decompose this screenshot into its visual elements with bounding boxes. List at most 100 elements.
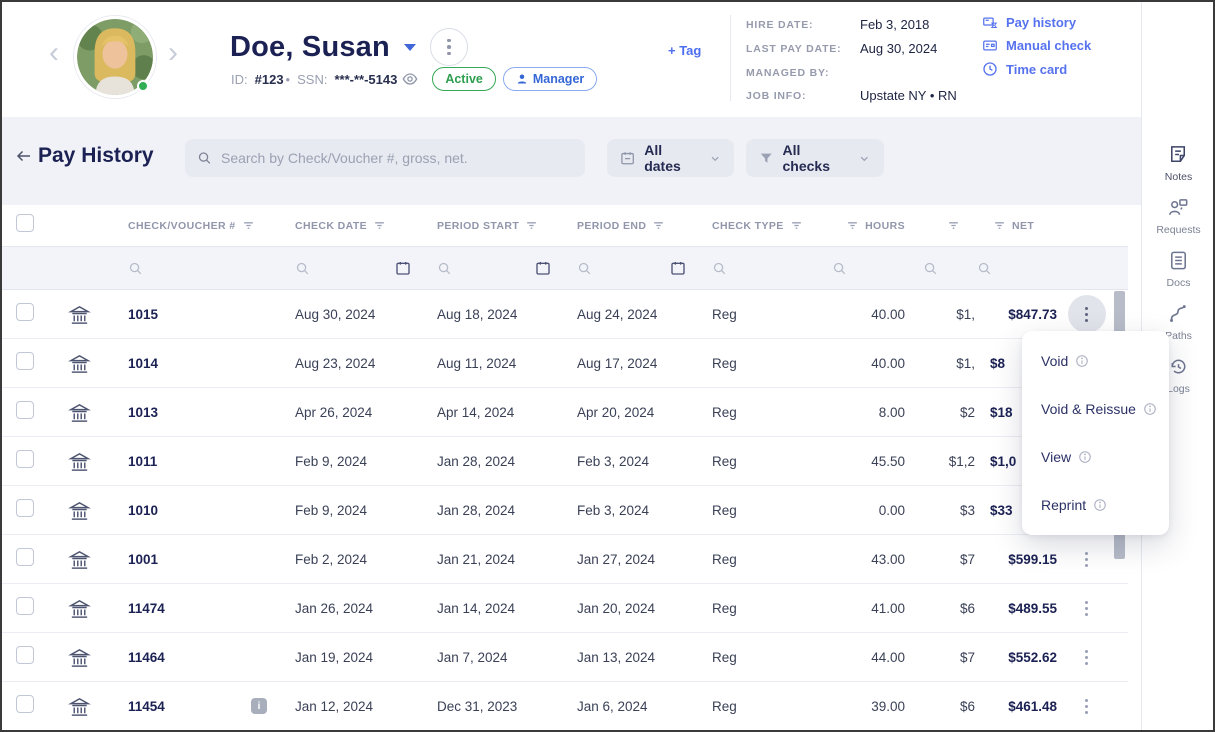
- row-checkbox[interactable]: [16, 597, 34, 615]
- info-circle-icon: [1093, 498, 1107, 512]
- hours-cell: 40.00: [832, 307, 907, 322]
- gross-cell: $1,: [907, 356, 977, 371]
- check-filter-button[interactable]: All checks: [746, 139, 884, 177]
- check-number[interactable]: 1013: [128, 405, 158, 420]
- check-number[interactable]: 11474: [128, 601, 165, 616]
- rail-item-notes[interactable]: Notes: [1165, 143, 1192, 183]
- employee-more-actions-button[interactable]: [430, 28, 468, 66]
- notes-icon: [1167, 143, 1190, 166]
- column-header-check-voucher: CHECK/VOUCHER #: [128, 220, 236, 232]
- kebab-icon: [1085, 699, 1088, 714]
- filter-lines-icon[interactable]: [947, 219, 960, 232]
- hours-filter[interactable]: [832, 247, 907, 289]
- select-all-checkbox[interactable]: [16, 214, 34, 232]
- row-actions-button[interactable]: [1068, 540, 1106, 578]
- calendar-icon[interactable]: [395, 260, 411, 276]
- period-start-cell: Jan 7, 2024: [437, 650, 577, 665]
- row-checkbox[interactable]: [16, 499, 34, 517]
- period-start-filter[interactable]: [437, 247, 577, 289]
- filter-lines-icon[interactable]: [373, 219, 386, 232]
- detail-label: HIRE DATE:: [746, 17, 856, 32]
- filter-lines-icon[interactable]: [846, 219, 859, 232]
- detail-value: Upstate NY • RN: [860, 88, 957, 103]
- period-end-filter[interactable]: [577, 247, 712, 289]
- gross-cell: $1,: [907, 307, 977, 322]
- reveal-ssn-eye-icon[interactable]: [402, 71, 418, 87]
- time-card-link[interactable]: Time card: [982, 61, 1091, 77]
- check-number[interactable]: 11464: [128, 650, 165, 665]
- row-checkbox[interactable]: [16, 352, 34, 370]
- filter-lines-icon[interactable]: [525, 219, 538, 232]
- period-end-cell: Jan 6, 2024: [577, 699, 712, 714]
- paths-icon: [1167, 302, 1190, 325]
- info-circle-icon: [1078, 450, 1092, 464]
- menu-item-reprint[interactable]: Reprint: [1022, 481, 1169, 529]
- filter-lines-icon[interactable]: [652, 219, 665, 232]
- rail-item-logs[interactable]: Logs: [1167, 355, 1190, 395]
- filter-lines-icon[interactable]: [242, 219, 255, 232]
- info-badge-icon[interactable]: i: [251, 698, 267, 714]
- employee-header: ‹ › Doe, Susan: [0, 0, 1141, 117]
- table-row: 11454i Jan 12, 2024 Dec 31, 2023 Jan 6, …: [0, 682, 1128, 731]
- check-type-cell: Reg: [712, 601, 832, 616]
- period-end-cell: Aug 24, 2024: [577, 307, 712, 322]
- row-actions-button[interactable]: [1068, 295, 1106, 333]
- check-date-cell: Jan 19, 2024: [295, 650, 437, 665]
- check-type-cell: Reg: [712, 307, 832, 322]
- check-date-cell: Feb 9, 2024: [295, 503, 437, 518]
- check-type-filter[interactable]: [712, 247, 832, 289]
- menu-item-view[interactable]: View: [1022, 433, 1169, 481]
- gross-filter[interactable]: [907, 247, 977, 289]
- calendar-icon[interactable]: [670, 260, 686, 276]
- check-number[interactable]: 1001: [128, 552, 158, 567]
- table-row: 11474i Jan 26, 2024 Jan 14, 2024 Jan 20,…: [0, 584, 1128, 633]
- row-actions-button[interactable]: [1068, 589, 1106, 627]
- row-checkbox[interactable]: [16, 646, 34, 664]
- check-number[interactable]: 1010: [128, 503, 158, 518]
- name-dropdown-caret-icon[interactable]: [404, 44, 416, 51]
- avatar[interactable]: [74, 16, 156, 98]
- manual-check-link[interactable]: Manual check: [982, 38, 1091, 53]
- bank-icon: [52, 695, 128, 718]
- row-checkbox[interactable]: [16, 401, 34, 419]
- id-label: ID:: [231, 72, 248, 87]
- check-number[interactable]: 11454: [128, 699, 165, 714]
- row-checkbox[interactable]: [16, 548, 34, 566]
- gross-cell: $7: [907, 650, 977, 665]
- check-type-cell: Reg: [712, 699, 832, 714]
- rail-item-requests[interactable]: Requests: [1156, 196, 1200, 236]
- net-filter[interactable]: [977, 247, 1059, 289]
- previous-employee-chevron-icon[interactable]: ‹: [49, 38, 59, 68]
- check-number[interactable]: 1011: [128, 454, 157, 469]
- add-tag-link[interactable]: + Tag: [668, 43, 701, 58]
- filter-lines-icon[interactable]: [790, 219, 803, 232]
- date-filter-button[interactable]: All dates: [607, 139, 734, 177]
- search-input[interactable]: [221, 150, 573, 166]
- rail-item-paths[interactable]: Paths: [1165, 302, 1192, 342]
- filter-lines-icon[interactable]: [993, 219, 1006, 232]
- row-checkbox[interactable]: [16, 450, 34, 468]
- header-divider: [730, 15, 731, 101]
- check-number[interactable]: 1015: [128, 307, 158, 322]
- row-checkbox[interactable]: [16, 695, 34, 713]
- period-start-cell: Jan 28, 2024: [437, 454, 577, 469]
- ssn-value: ***-**-5143: [334, 72, 397, 87]
- period-start-cell: Aug 11, 2024: [437, 356, 577, 371]
- row-actions-button[interactable]: [1068, 687, 1106, 725]
- check-voucher-filter[interactable]: [128, 247, 295, 289]
- row-actions-button[interactable]: [1068, 638, 1106, 676]
- check-date-filter[interactable]: [295, 247, 437, 289]
- pay-history-link[interactable]: Pay history: [982, 15, 1091, 30]
- table-row: 1013i Apr 26, 2024 Apr 14, 2024 Apr 20, …: [0, 388, 1128, 437]
- menu-item-void[interactable]: Void: [1022, 337, 1169, 385]
- check-number[interactable]: 1014: [128, 356, 158, 371]
- table-row: 1001i Feb 2, 2024 Jan 21, 2024 Jan 27, 2…: [0, 535, 1128, 584]
- status-badge: Active: [432, 67, 496, 91]
- calendar-icon[interactable]: [535, 260, 551, 276]
- row-checkbox[interactable]: [16, 303, 34, 321]
- manager-badge[interactable]: Manager: [503, 67, 597, 91]
- back-arrow-icon[interactable]: [14, 147, 34, 165]
- next-employee-chevron-icon[interactable]: ›: [168, 38, 178, 68]
- rail-item-docs[interactable]: Docs: [1167, 249, 1191, 289]
- menu-item-void-reissue[interactable]: Void & Reissue: [1022, 385, 1169, 433]
